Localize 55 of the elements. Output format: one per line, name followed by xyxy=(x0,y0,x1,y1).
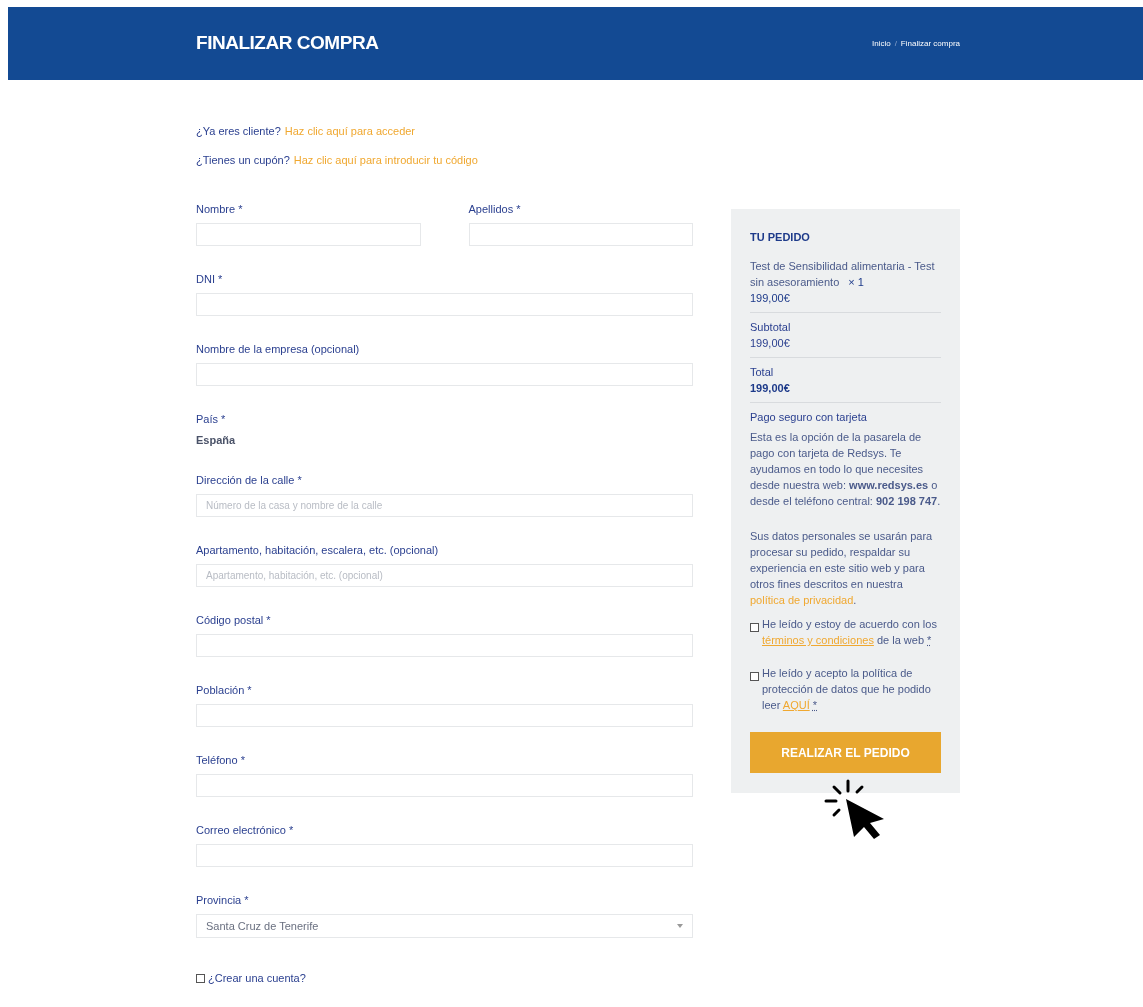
input-field[interactable]: Número de la casa y nombre de la calle xyxy=(196,494,693,517)
input-field[interactable] xyxy=(196,844,693,867)
total-label: Total xyxy=(750,365,775,380)
input-field[interactable] xyxy=(196,634,693,657)
input-field[interactable] xyxy=(196,774,693,797)
field-label: Apellidos * xyxy=(468,202,522,216)
field-label: País * xyxy=(196,412,227,426)
field-label: Código postal * xyxy=(196,613,272,627)
notice-link[interactable]: Haz clic aquí para acceder xyxy=(284,124,416,138)
consent-link[interactable]: AQUÍ xyxy=(782,699,810,711)
place-order-button[interactable]: REALIZAR EL PEDIDO xyxy=(750,732,941,773)
field-label: Provincia * xyxy=(196,893,250,907)
payment-description: Esta es la opción de la pasarela de pago con tarjeta de Redsys. Te ayudamos en todo lo que necesites desde nuestra web: www.redsys.es o desde el teléfono central: 902 198 747. xyxy=(750,430,941,509)
checkbox[interactable] xyxy=(750,672,759,681)
consent-text: He leído y acepto la política de protección de datos que he podido leer AQUÍ * xyxy=(762,666,932,713)
field-label: DNI * xyxy=(196,272,224,286)
subtotal-label: Subtotal xyxy=(750,320,792,335)
total-value: 199,00€ xyxy=(750,381,791,396)
required-mark: * xyxy=(927,634,932,646)
breadcrumb-link[interactable]: Inicio xyxy=(871,37,891,50)
notice-link[interactable]: Haz clic aquí para introducir tu código xyxy=(293,153,478,167)
cursor-click-icon xyxy=(823,779,886,841)
checkbox-label: ¿Crear una cuenta? xyxy=(208,971,306,986)
field-label: Apartamento, habitación, escalera, etc. (opcional) xyxy=(196,543,440,557)
subtotal-value: 199,00€ xyxy=(750,336,791,351)
province-select[interactable]: Santa Cruz de Tenerife xyxy=(196,914,693,938)
input-field[interactable] xyxy=(468,223,693,246)
product-price: 199,00€ xyxy=(750,291,791,306)
product-name: Test de Sensibilidad alimentaria - Test sin asesoramiento × 1 xyxy=(750,259,936,290)
field-label: Correo electrónico * xyxy=(196,823,295,837)
order-title: TU PEDIDO xyxy=(750,230,811,245)
payment-title: Pago seguro con tarjeta xyxy=(750,410,868,425)
page-title: FINALIZAR COMPRA xyxy=(196,31,379,56)
input-field[interactable] xyxy=(196,223,421,246)
field-label: Nombre de la empresa (opcional) xyxy=(196,342,361,356)
checkbox[interactable] xyxy=(196,973,205,983)
field-label: Población * xyxy=(196,683,253,697)
notice-text: ¿Ya eres cliente? xyxy=(196,124,281,138)
dropdown-caret-icon xyxy=(677,924,683,928)
notice-text: ¿Tienes un cupón? xyxy=(196,153,290,167)
checkbox[interactable] xyxy=(750,623,759,632)
input-field[interactable] xyxy=(196,704,693,727)
input-field[interactable] xyxy=(196,293,693,316)
consent-text: He leído y estoy de acuerdo con los términos y condiciones de la web * xyxy=(762,617,938,648)
field-value: España xyxy=(196,433,237,447)
breadcrumb-link[interactable]: Finalizar compra xyxy=(900,37,960,50)
breadcrumb-separator: / xyxy=(894,37,897,50)
field-label: Dirección de la calle * xyxy=(196,473,303,487)
input-field[interactable] xyxy=(196,363,693,386)
consent-link[interactable]: términos y condiciones xyxy=(762,634,874,646)
input-field[interactable]: Apartamento, habitación, etc. (opcional) xyxy=(196,564,693,587)
privacy-notice: Sus datos personales se usarán para procesar su pedido, respaldar su experiencia en este sitio web y para otros fines descritos en nuestra política de privacidad. xyxy=(750,529,934,608)
field-label: Teléfono * xyxy=(196,753,246,767)
field-label: Nombre * xyxy=(196,202,244,216)
required-mark: * xyxy=(812,699,818,711)
